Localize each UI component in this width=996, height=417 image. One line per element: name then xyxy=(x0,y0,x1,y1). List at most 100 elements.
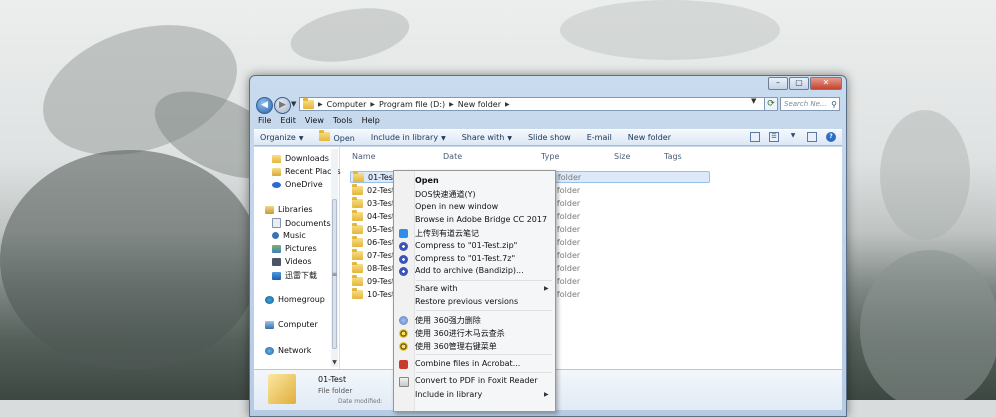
nav-label: Pictures xyxy=(285,244,317,253)
refresh-icon[interactable]: ⟳ xyxy=(764,97,778,111)
menu-compress-7z[interactable]: Compress to "01-Test.7z" xyxy=(415,254,515,263)
nav-pictures[interactable]: Pictures xyxy=(272,244,317,253)
column-type[interactable]: Type xyxy=(541,152,559,161)
menu-browse-adobe-bridge[interactable]: Browse in Adobe Bridge CC 2017 xyxy=(415,215,547,224)
menu-edit[interactable]: Edit xyxy=(280,116,296,128)
menu-open-new-window[interactable]: Open in new window xyxy=(415,202,498,211)
menu-include-in-library[interactable]: Include in library xyxy=(415,390,482,399)
nav-libraries[interactable]: Libraries xyxy=(265,205,313,214)
computer-icon xyxy=(265,320,274,329)
forward-button[interactable]: ▶ xyxy=(274,97,291,114)
nav-documents[interactable]: Documents xyxy=(272,218,331,228)
open-button[interactable]: Open xyxy=(319,130,355,143)
bg-mountain-shape xyxy=(860,250,996,400)
menu-compress-zip[interactable]: Compress to "01-Test.zip" xyxy=(415,241,517,250)
new-folder-button[interactable]: New folder xyxy=(628,133,671,142)
folder-icon xyxy=(352,183,363,195)
menu-separator xyxy=(416,354,552,355)
search-placeholder: Search Ne... xyxy=(784,100,827,108)
nav-videos[interactable]: Videos xyxy=(272,257,312,266)
chevron-right-icon[interactable]: ▶ xyxy=(505,101,510,108)
youdao-cloud-icon xyxy=(399,229,408,238)
organize-label: Organize xyxy=(260,133,296,142)
folder-icon xyxy=(303,97,314,109)
menu-icon-gutter xyxy=(394,171,415,411)
menu-360-trojan-scan[interactable]: 使用 360进行木马云查杀 xyxy=(415,328,505,339)
menu-360-manage-context[interactable]: 使用 360管理右键菜单 xyxy=(415,341,497,352)
bg-mountain-shape xyxy=(286,0,414,71)
breadcrumb-computer[interactable]: Computer xyxy=(327,100,367,109)
nav-label: Documents xyxy=(285,218,331,228)
history-dropdown-icon[interactable]: ▼ xyxy=(291,100,296,108)
file-properties-icon[interactable] xyxy=(750,132,760,142)
bandizip-icon xyxy=(399,267,408,276)
minimize-button[interactable]: – xyxy=(768,77,788,90)
menu-combine-acrobat[interactable]: Combine files in Acrobat... xyxy=(415,359,520,368)
xunlei-icon xyxy=(272,271,281,280)
menu-dos-shortcut[interactable]: DOS快速通道(Y) xyxy=(415,189,476,200)
network-icon xyxy=(265,346,274,355)
close-button[interactable]: ✕ xyxy=(810,77,842,90)
menu-view[interactable]: View xyxy=(305,116,324,128)
folder-icon xyxy=(352,222,363,234)
slide-show-button[interactable]: Slide show xyxy=(528,133,571,142)
menu-share-with[interactable]: Share with xyxy=(415,284,458,293)
nav-network[interactable]: Network xyxy=(265,346,311,355)
libraries-icon xyxy=(265,205,274,214)
menu-help[interactable]: Help xyxy=(362,116,380,128)
file-name: 10-Test xyxy=(367,289,396,299)
chevron-right-icon[interactable]: ▶ xyxy=(318,101,323,108)
chevron-right-icon[interactable]: ▶ xyxy=(370,101,375,108)
email-button[interactable]: E-mail xyxy=(587,133,612,142)
include-library-label: Include in library xyxy=(370,133,439,142)
recent-places-icon xyxy=(272,167,281,176)
open-folder-icon xyxy=(319,130,331,141)
details-type: File folder xyxy=(318,387,353,395)
folder-icon xyxy=(352,274,363,286)
menu-bar: File Edit View Tools Help xyxy=(254,116,846,128)
nav-music[interactable]: Music xyxy=(272,231,306,240)
breadcrumb-new-folder[interactable]: New folder xyxy=(458,100,501,109)
scroll-grip-icon: ≡ xyxy=(332,271,338,278)
file-name: 05-Test xyxy=(367,224,396,234)
menu-upload-youdao[interactable]: 上传到有道云笔记 xyxy=(415,228,479,239)
include-in-library-button[interactable]: Include in library ▼ xyxy=(371,133,446,142)
change-view-icon[interactable]: ☰ xyxy=(769,132,779,142)
nav-homegroup[interactable]: Homegroup xyxy=(265,295,325,304)
view-dropdown-icon[interactable]: ▼ xyxy=(788,132,798,142)
command-bar: Organize ▼ Open Include in library ▼ Share… xyxy=(254,129,842,146)
pictures-icon xyxy=(272,244,281,253)
360-manage-icon xyxy=(399,342,408,351)
search-input[interactable]: Search Ne... ⚲ xyxy=(780,97,840,111)
menu-convert-pdf-foxit[interactable]: Convert to PDF in Foxit Reader xyxy=(415,376,538,385)
menu-file[interactable]: File xyxy=(258,116,271,128)
back-button[interactable]: ◀ xyxy=(256,97,273,114)
nav-onedrive[interactable]: OneDrive xyxy=(272,180,323,189)
menu-tools[interactable]: Tools xyxy=(333,116,353,128)
column-size[interactable]: Size xyxy=(614,152,630,161)
menu-open[interactable]: Open xyxy=(415,176,439,185)
column-tags[interactable]: Tags xyxy=(664,152,682,161)
organize-button[interactable]: Organize ▼ xyxy=(260,133,303,142)
help-icon[interactable]: ? xyxy=(826,132,836,142)
preview-pane-icon[interactable] xyxy=(807,132,817,142)
folder-icon xyxy=(352,248,363,260)
file-name: 01-Test xyxy=(368,172,397,182)
scroll-down-arrow-icon[interactable]: ▼ xyxy=(331,359,338,366)
menu-restore-versions[interactable]: Restore previous versions xyxy=(415,297,518,306)
share-with-button[interactable]: Share with ▼ xyxy=(462,133,512,142)
nav-downloads[interactable]: Downloads xyxy=(272,154,329,163)
nav-computer[interactable]: Computer xyxy=(265,320,318,329)
address-dropdown-icon[interactable]: ▼ xyxy=(751,97,756,105)
chevron-right-icon[interactable]: ▶ xyxy=(449,101,454,108)
nav-xunlei-downloads[interactable]: 迅雷下载 xyxy=(272,270,317,281)
file-name: 06-Test xyxy=(367,237,396,247)
column-name[interactable]: Name xyxy=(352,152,376,161)
search-icon[interactable]: ⚲ xyxy=(831,100,837,109)
menu-360-force-delete[interactable]: 使用 360强力删除 xyxy=(415,315,481,326)
maximize-button[interactable]: ▢ xyxy=(789,77,809,90)
column-date[interactable]: Date xyxy=(443,152,462,161)
address-bar[interactable]: ▶ Computer ▶ Program file (D:) ▶ New fol… xyxy=(299,97,767,111)
menu-add-to-archive[interactable]: Add to archive (Bandizip)... xyxy=(415,266,524,275)
breadcrumb-program-file[interactable]: Program file (D:) xyxy=(379,100,445,109)
